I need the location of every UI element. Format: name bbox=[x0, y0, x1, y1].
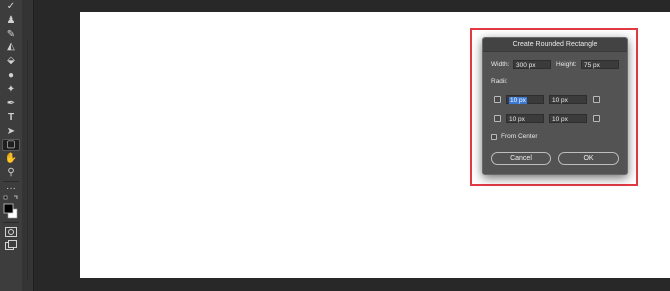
rounded-rectangle-tool-icon[interactable]: ▢ bbox=[2, 139, 20, 151]
create-rounded-rectangle-dialog: Create Rounded Rectangle Width: 300 px H… bbox=[482, 37, 628, 175]
blur-drop-icon[interactable]: ● bbox=[2, 70, 20, 82]
history-brush-icon[interactable]: ✎ bbox=[2, 29, 20, 41]
ok-button[interactable]: OK bbox=[558, 152, 619, 165]
panel-grip[interactable] bbox=[27, 40, 28, 280]
brush-icon[interactable]: ✓ bbox=[2, 1, 20, 13]
radius-bottom-right-field[interactable]: 10 px bbox=[549, 114, 587, 123]
width-field[interactable]: 300 px bbox=[513, 60, 551, 69]
tools-panel: ✓ ♟ ✎ ◭ ⬙ ● ✦ ✒ T ➤ ▢ ✋ ⚲ ··· bbox=[0, 0, 23, 291]
pen-icon[interactable]: ✒ bbox=[2, 98, 20, 110]
swap-colors-icon[interactable] bbox=[2, 195, 20, 201]
dialog-title: Create Rounded Rectangle bbox=[483, 38, 627, 52]
cancel-button[interactable]: Cancel bbox=[491, 152, 551, 165]
zoom-icon[interactable]: ⚲ bbox=[2, 167, 20, 179]
tools-panel-edge[interactable] bbox=[22, 0, 34, 291]
more-tools-icon[interactable]: ··· bbox=[2, 183, 20, 195]
radius-link-checkbox-bottom-left[interactable] bbox=[494, 115, 501, 122]
eraser-icon[interactable]: ◭ bbox=[2, 41, 20, 53]
width-label: Width: bbox=[491, 61, 510, 68]
radius-top-right-field[interactable]: 10 px bbox=[549, 95, 587, 104]
radius-top-left-value: 10 px bbox=[509, 97, 527, 104]
quick-mask-icon[interactable] bbox=[2, 226, 20, 238]
stamp-icon[interactable]: ♟ bbox=[2, 15, 20, 27]
tools-divider bbox=[3, 181, 19, 182]
color-swatches[interactable] bbox=[2, 203, 20, 219]
path-selection-icon[interactable]: ➤ bbox=[2, 126, 20, 138]
from-center-label: From Center bbox=[501, 133, 538, 140]
height-field[interactable]: 75 px bbox=[581, 60, 619, 69]
tools-divider bbox=[3, 222, 19, 223]
height-label: Height: bbox=[556, 61, 577, 68]
radius-bottom-left-field[interactable]: 10 px bbox=[506, 114, 544, 123]
dodge-icon[interactable]: ✦ bbox=[2, 84, 20, 96]
hand-icon[interactable]: ✋ bbox=[2, 153, 20, 165]
radius-link-checkbox-top-left[interactable] bbox=[494, 96, 501, 103]
radius-link-checkbox-bottom-right[interactable] bbox=[593, 115, 600, 122]
from-center-checkbox[interactable] bbox=[491, 134, 497, 140]
screen-mode-icon[interactable] bbox=[2, 239, 20, 251]
type-icon[interactable]: T bbox=[2, 112, 20, 124]
radius-link-checkbox-top-right[interactable] bbox=[593, 96, 600, 103]
radius-top-left-field[interactable]: 10 px bbox=[506, 95, 544, 104]
paint-bucket-icon[interactable]: ⬙ bbox=[2, 55, 20, 67]
radii-label: Radii: bbox=[491, 78, 508, 85]
